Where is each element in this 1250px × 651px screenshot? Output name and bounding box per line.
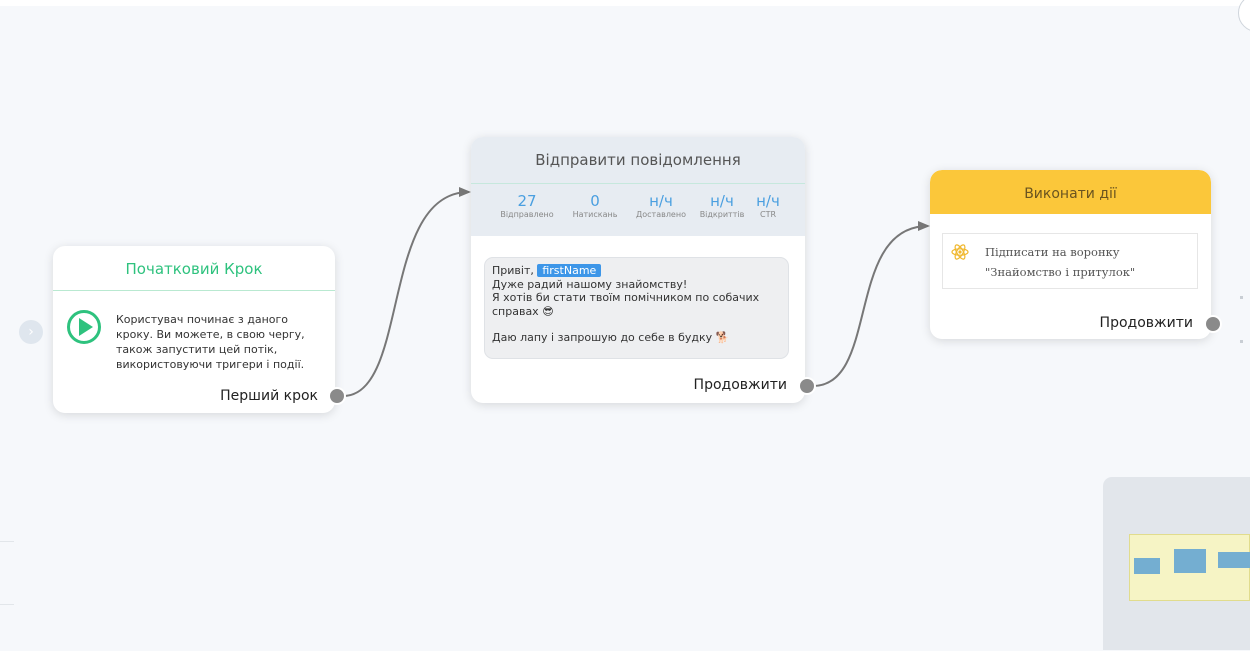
divider <box>0 541 14 542</box>
send-message-node[interactable]: Відправити повідомлення 27 Відправлено 0… <box>471 137 805 403</box>
action-item-text: Підписати на воронку "Знайомство і приту… <box>985 245 1136 279</box>
stat-sent: 27 Відправлено <box>500 192 554 219</box>
stat-clicks: 0 Натискань <box>572 192 618 219</box>
start-step-description: Користувач починає з даного кроку. Ви мо… <box>116 313 305 371</box>
stat-opened: н/ч Відкриттів <box>699 192 745 219</box>
connection-start-to-message <box>342 187 471 397</box>
action-output-port[interactable] <box>1204 315 1222 333</box>
start-output-port[interactable] <box>328 387 346 405</box>
divider <box>0 604 14 605</box>
send-message-title: Відправити повідомлення <box>471 137 805 184</box>
stat-ctr: н/ч CTR <box>756 192 780 219</box>
perform-actions-title: Виконати дії <box>930 170 1211 214</box>
flow-canvas[interactable]: › Початковий Крок Користувач починає з д… <box>0 0 1250 651</box>
action-item[interactable]: Підписати на воронку "Знайомство і приту… <box>942 233 1198 289</box>
perform-actions-footer-label: Продовжити <box>1099 315 1193 331</box>
message-preview[interactable]: Привіт, firstName Дуже радий нашому знай… <box>484 257 789 359</box>
canvas-top-border <box>0 0 1250 6</box>
edge-mark <box>1240 340 1243 343</box>
start-step-node[interactable]: Початковий Крок Користувач починає з дан… <box>53 246 335 413</box>
minimap[interactable] <box>1103 477 1250 650</box>
play-circle-icon <box>67 310 101 344</box>
minimap-node-message <box>1174 549 1206 573</box>
variable-chip-firstname: firstName <box>537 264 602 277</box>
stat-delivered: н/ч Доставлено <box>636 192 686 219</box>
message-stats: 27 Відправлено 0 Натискань н/ч Доставлен… <box>471 184 805 236</box>
message-line-3: Я хотів би стати твоїм помічником по соб… <box>492 291 760 318</box>
connection-message-to-action <box>812 221 930 387</box>
message-line-greeting: Привіт, firstName <box>492 264 781 278</box>
minimap-node-action <box>1218 552 1250 568</box>
start-step-footer-label: Перший крок <box>220 388 318 404</box>
canvas-corner-button[interactable] <box>1238 0 1250 32</box>
message-output-port[interactable] <box>798 377 816 395</box>
atom-icon <box>951 244 969 260</box>
collapse-arrow-icon[interactable]: › <box>19 320 43 344</box>
start-step-title: Початковий Крок <box>53 246 335 291</box>
send-message-footer-label: Продовжити <box>693 377 787 393</box>
message-line-2: Дуже радий нашому знайомству! <box>492 277 688 291</box>
edge-mark <box>1240 296 1243 299</box>
message-line-4: Даю лапу і запрошую до себе в будку 🐕 <box>492 331 730 344</box>
minimap-node-start <box>1134 558 1160 574</box>
perform-actions-node[interactable]: Виконати дії Підписати на воронку "Знайо… <box>930 170 1211 339</box>
minimap-viewport[interactable] <box>1129 534 1250 601</box>
